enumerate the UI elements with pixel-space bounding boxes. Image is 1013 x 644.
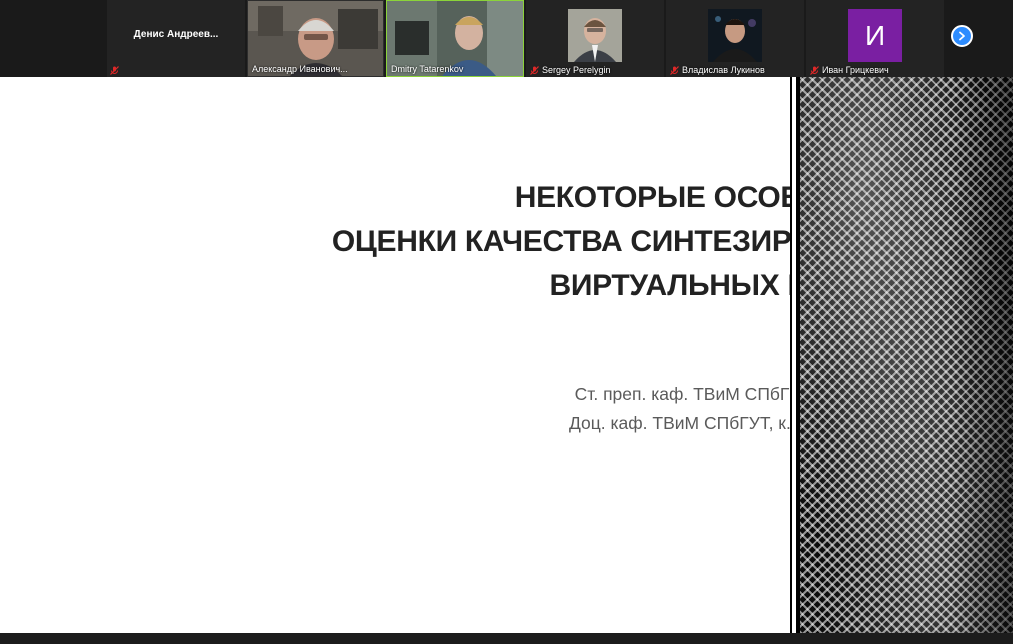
muted-mic-icon	[810, 65, 819, 75]
participant-avatar	[568, 9, 622, 62]
participant-name: Dmitry Tatarenkov	[391, 64, 464, 74]
participant-tile[interactable]: Sergey Perelygin	[526, 0, 664, 77]
participant-strip: Денис Андреев... Александр Иванович... D…	[0, 0, 1013, 77]
chevron-right-icon	[959, 31, 965, 41]
participant-avatar	[708, 9, 762, 62]
muted-mic-icon	[110, 66, 119, 75]
participant-tile-video-active[interactable]: Dmitry Tatarenkov	[386, 0, 524, 77]
next-participants-button[interactable]	[951, 25, 973, 47]
participant-tile-video[interactable]: Александр Иванович...	[247, 0, 384, 77]
muted-mic-icon	[670, 65, 679, 75]
bottom-bar	[0, 633, 1013, 644]
participant-tile[interactable]: И Иван Грицкевич	[806, 0, 944, 77]
participant-name: Владислав Лукинов	[682, 65, 765, 75]
participant-name: Александр Иванович...	[252, 64, 348, 74]
participant-name: Денис Андреев...	[133, 29, 219, 40]
participant-name: Sergey Perelygin	[542, 65, 611, 75]
slide-carbon-texture	[800, 77, 1013, 633]
participant-tile[interactable]: Денис Андреев...	[107, 0, 245, 77]
participant-letter-avatar: И	[848, 9, 902, 62]
participant-tile[interactable]: Владислав Лукинов	[666, 0, 804, 77]
muted-mic-icon	[530, 65, 539, 75]
participant-name: Иван Грицкевич	[822, 65, 889, 75]
shared-slide	[0, 77, 790, 633]
slide-divider-line	[792, 77, 796, 633]
